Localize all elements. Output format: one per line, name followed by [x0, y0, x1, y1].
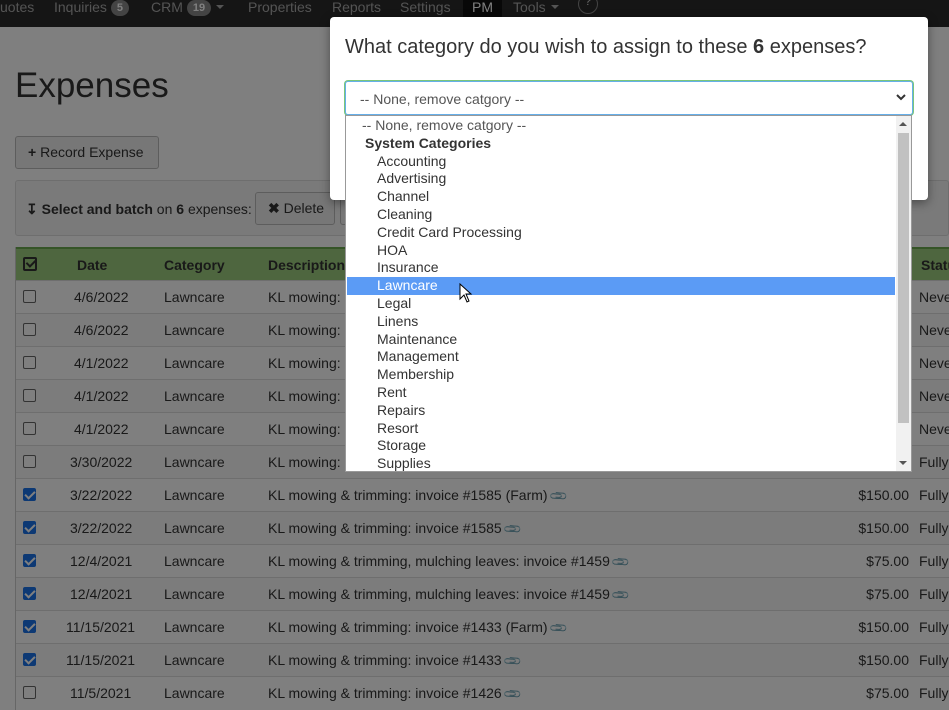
- option-insurance[interactable]: Insurance: [347, 259, 895, 277]
- option-legal[interactable]: Legal: [347, 295, 895, 313]
- option-group-label: System Categories: [365, 134, 492, 151]
- option-supplies[interactable]: Supplies: [347, 455, 895, 471]
- option-linens[interactable]: Linens: [347, 313, 895, 331]
- option-repairs[interactable]: Repairs: [347, 402, 895, 420]
- category-select[interactable]: -- None, remove catgory --: [345, 81, 913, 115]
- modal-title-after: expenses?: [769, 36, 867, 58]
- option-resort[interactable]: Resort: [347, 420, 895, 438]
- option-management[interactable]: Management: [347, 348, 895, 366]
- scroll-down-icon[interactable]: [899, 461, 907, 465]
- option-accounting[interactable]: Accounting: [347, 153, 895, 171]
- category-select-value: -- None, remove catgory --: [360, 91, 525, 107]
- modal-count: 6: [753, 36, 765, 58]
- option-maintenance[interactable]: Maintenance: [347, 331, 895, 349]
- option-membership[interactable]: Membership: [347, 366, 895, 384]
- option-channel[interactable]: Channel: [347, 188, 895, 206]
- option-cleaning[interactable]: Cleaning: [347, 206, 895, 224]
- scrollbar-thumb[interactable]: [898, 133, 909, 423]
- option-hoa[interactable]: HOA: [347, 242, 895, 260]
- dropdown-scrollbar[interactable]: [896, 116, 911, 471]
- category-dropdown-list: -- None, remove catgory -- System Categor…: [345, 115, 912, 472]
- scroll-up-icon[interactable]: [899, 122, 907, 126]
- option-none-remove-catgory[interactable]: -- None, remove catgory --: [347, 117, 895, 135]
- mouse-cursor-icon: [459, 283, 473, 303]
- option-storage[interactable]: Storage: [347, 437, 895, 455]
- option-rent[interactable]: Rent: [347, 384, 895, 402]
- chevron-down-icon: [896, 94, 906, 101]
- option-lawncare[interactable]: Lawncare: [347, 277, 895, 295]
- modal-title-before: What category do you wish to assign to t…: [345, 36, 748, 58]
- option-advertising[interactable]: Advertising: [347, 170, 895, 188]
- modal-title: What category do you wish to assign to t…: [345, 36, 866, 59]
- option-credit-card-processing[interactable]: Credit Card Processing: [347, 224, 895, 242]
